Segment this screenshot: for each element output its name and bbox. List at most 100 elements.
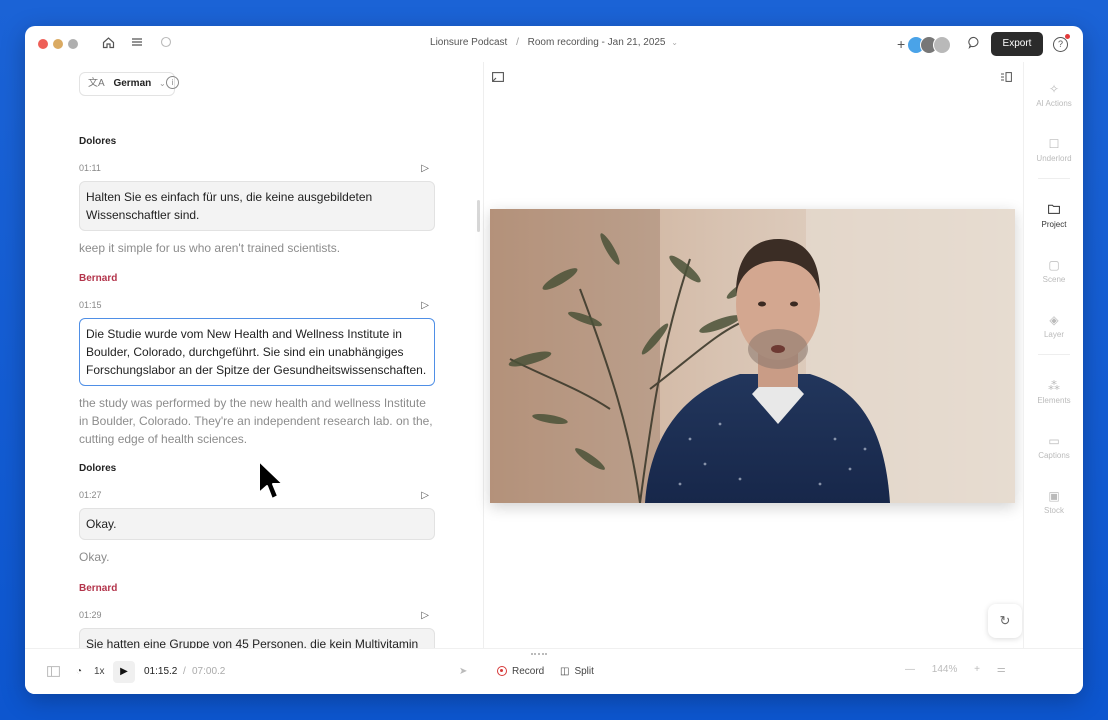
panel-toggle-icon[interactable] xyxy=(1000,72,1012,85)
sidebar-item-elements[interactable]: ⁂ Elements xyxy=(1024,379,1083,405)
export-button[interactable]: Export xyxy=(991,32,1043,56)
language-selector[interactable]: 文A German ⌄ xyxy=(79,72,175,96)
segment-timestamp[interactable]: 01:27 xyxy=(79,490,102,500)
record-label: Record xyxy=(512,666,545,677)
chevron-down-icon: ⌄ xyxy=(159,79,166,88)
segment-timestamp[interactable]: 01:15 xyxy=(79,300,102,310)
zoom-control: — 144% + ⚌ xyxy=(905,664,1006,675)
speaker-name[interactable]: Bernard xyxy=(79,273,435,284)
sidebar-item-label: Layer xyxy=(1043,330,1064,339)
playback-speed[interactable]: 1x xyxy=(94,666,105,677)
record-button[interactable]: Record xyxy=(497,666,544,677)
timeline-settings-icon[interactable]: ⚌ xyxy=(997,664,1006,675)
elements-icon: ⁂ xyxy=(1048,379,1060,393)
segment-timestamp[interactable]: 01:29 xyxy=(79,610,102,620)
sidebar-item-underlord[interactable]: ☐ Underlord xyxy=(1024,137,1083,163)
title-bar: Lionsure Podcast / Room recording - Jan … xyxy=(25,26,1083,62)
zoom-out-button[interactable]: — xyxy=(905,664,915,675)
sidebar-toggle-icon[interactable] xyxy=(47,666,60,680)
avatar[interactable] xyxy=(933,36,951,54)
total-time: 07:00.2 xyxy=(192,666,226,677)
layers-icon: ◈ xyxy=(1049,313,1059,327)
sidebar-item-label: Captions xyxy=(1038,451,1070,460)
sparkle-icon: ✧ xyxy=(1048,82,1060,96)
transcript-segment: Dolores 01:11 ▷ Halten Sie es einfach fü… xyxy=(79,136,435,257)
aspect-ratio-icon[interactable] xyxy=(492,72,504,85)
sidebar-item-scene[interactable]: ▢ Scene xyxy=(1024,258,1083,284)
translation-text: Okay. xyxy=(79,550,110,564)
sidebar-item-layer[interactable]: ◈ Layer xyxy=(1024,313,1083,339)
add-collaborator-button[interactable]: + xyxy=(897,35,905,53)
split-label: Split xyxy=(574,666,594,677)
translate-icon: 文A xyxy=(88,78,105,89)
speed-icon[interactable]: ◔ xyxy=(76,666,82,677)
sidebar-item-label: Scene xyxy=(1042,275,1066,284)
folder-icon xyxy=(1024,203,1083,217)
sidebar-item-captions[interactable]: ▭ Captions xyxy=(1024,434,1083,460)
zoom-in-button[interactable]: + xyxy=(974,664,980,675)
stock-icon: ▣ xyxy=(1048,489,1060,503)
help-icon[interactable]: ? xyxy=(1053,37,1068,52)
breadcrumb-document[interactable]: Room recording - Jan 21, 2025 xyxy=(528,37,666,48)
transcript-panel: 文A German ⌄ i Dolores 01:11 ▷ Halten Sie… xyxy=(25,62,483,648)
refresh-button[interactable]: ↻ xyxy=(988,604,1022,638)
transcript-segment: Bernard 01:15 ▷ Die Studie wurde vom New… xyxy=(79,273,435,448)
sidebar-item-label: Project xyxy=(1041,220,1067,229)
segment-time-row: 01:11 ▷ xyxy=(79,163,435,177)
captions-icon: ▭ xyxy=(1048,434,1060,448)
sidebar-item-label: AI Actions xyxy=(1036,99,1072,108)
loading-spinner-icon: ↻ xyxy=(999,613,1011,628)
sidebar-divider xyxy=(1038,178,1070,179)
original-text-box[interactable]: Halten Sie es einfach für uns, die keine… xyxy=(79,181,435,231)
right-sidebar: ✧ AI Actions ☐ Underlord Project ▢ Scene… xyxy=(1023,62,1083,648)
record-icon xyxy=(497,666,507,676)
play-segment-icon[interactable]: ▷ xyxy=(421,490,429,501)
play-icon: ▶ xyxy=(120,666,128,677)
sidebar-item-label: Underlord xyxy=(1036,154,1072,163)
notification-dot xyxy=(1065,34,1070,39)
original-text-box[interactable]: Sie hatten eine Gruppe von 45 Personen, … xyxy=(79,628,435,648)
sidebar-item-label: Stock xyxy=(1043,506,1064,515)
play-button[interactable]: ▶ xyxy=(113,661,135,683)
app-window: Lionsure Podcast / Room recording - Jan … xyxy=(25,26,1083,694)
play-segment-icon[interactable]: ▷ xyxy=(421,163,429,174)
info-icon[interactable]: i xyxy=(166,76,179,89)
original-text-box[interactable]: Okay. xyxy=(79,508,435,540)
sidebar-item-ai-actions[interactable]: ✧ AI Actions xyxy=(1024,82,1083,108)
time-separator: / xyxy=(183,666,186,677)
play-segment-icon[interactable]: ▷ xyxy=(421,610,429,621)
sidebar-divider xyxy=(1038,354,1070,355)
translation-text: keep it simple for us who aren't trained… xyxy=(79,241,341,255)
canvas-area: ↻ xyxy=(484,62,1023,648)
speaker-name[interactable]: Bernard xyxy=(79,583,435,594)
timeline-grip[interactable] xyxy=(531,653,547,657)
current-time: 01:15.2 xyxy=(144,666,178,677)
comment-icon[interactable] xyxy=(966,36,982,52)
split-icon: ◫ xyxy=(560,666,570,677)
robot-icon: ☐ xyxy=(1048,137,1060,151)
translation-text: the study was performed by the new healt… xyxy=(79,396,433,446)
sidebar-item-project[interactable]: Project xyxy=(1024,203,1083,229)
sidebar-item-label: Elements xyxy=(1037,396,1071,405)
resize-handle[interactable] xyxy=(477,200,480,232)
split-button[interactable]: ◫ Split xyxy=(560,666,594,677)
sidebar-item-stock[interactable]: ▣ Stock xyxy=(1024,489,1083,515)
original-text-box[interactable]: Die Studie wurde vom New Health and Well… xyxy=(79,318,435,386)
zoom-level[interactable]: 144% xyxy=(932,664,958,675)
playback-bar: ◔ 1x ▶ 01:15.2 / 07:00.2 ➤ Record ◫ Split… xyxy=(25,648,1083,694)
chevron-down-icon[interactable]: ⌄ xyxy=(671,38,678,47)
breadcrumb-project[interactable]: Lionsure Podcast xyxy=(430,37,507,48)
send-icon[interactable]: ➤ xyxy=(459,666,467,677)
language-label: German xyxy=(113,78,152,89)
video-preview[interactable] xyxy=(490,209,1015,503)
mouse-cursor-icon xyxy=(258,460,284,500)
scene-icon: ▢ xyxy=(1048,258,1060,272)
breadcrumb-separator: / xyxy=(516,37,519,48)
transcript-segment: Bernard 01:29 ▷ Sie hatten eine Gruppe v… xyxy=(79,583,435,648)
segment-time-row: 01:29 ▷ xyxy=(79,610,435,624)
video-frame xyxy=(490,209,1015,503)
speaker-name[interactable]: Dolores xyxy=(79,136,435,147)
segment-timestamp[interactable]: 01:11 xyxy=(79,163,101,173)
segment-time-row: 01:15 ▷ xyxy=(79,300,435,314)
play-segment-icon[interactable]: ▷ xyxy=(421,300,429,311)
